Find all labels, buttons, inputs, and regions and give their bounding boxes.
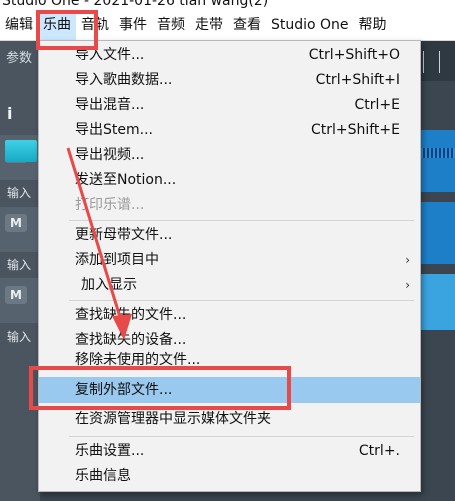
annotation-arrow-icon: [66, 147, 132, 340]
